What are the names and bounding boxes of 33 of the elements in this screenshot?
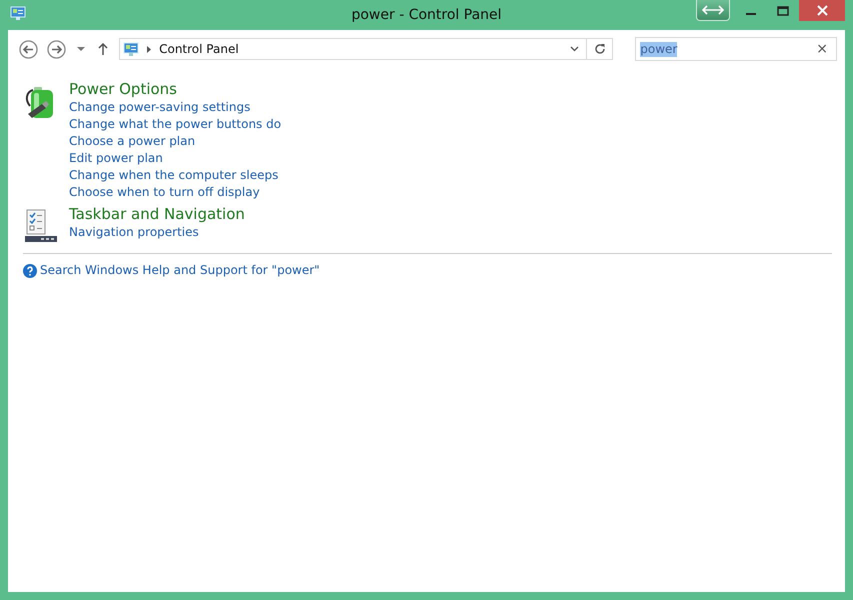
refresh-icon: [594, 43, 606, 55]
task-link[interactable]: Change when the computer sleeps: [69, 167, 282, 184]
task-link[interactable]: Edit power plan: [69, 150, 282, 167]
control-panel-icon: [122, 41, 140, 57]
back-icon: [19, 40, 38, 58]
close-icon: [816, 5, 828, 16]
window-title: power - Control Panel: [351, 7, 502, 23]
help-icon: [23, 264, 37, 278]
control-panel-icon: [10, 5, 26, 21]
forward-icon: [47, 40, 66, 58]
forward-button[interactable]: [46, 38, 68, 60]
task-link[interactable]: Choose when to turn off display: [69, 184, 282, 201]
task-link[interactable]: Navigation properties: [69, 224, 245, 241]
back-button[interactable]: [18, 38, 40, 60]
address-bar[interactable]: Control Panel: [119, 38, 614, 60]
category-title-link[interactable]: Power Options: [69, 80, 282, 99]
task-link[interactable]: Change power-saving settings: [69, 99, 282, 116]
task-link[interactable]: Change what the power buttons do: [69, 116, 282, 133]
chevron-icon: [147, 46, 152, 52]
maximize-icon: [777, 6, 789, 16]
breadcrumb[interactable]: Control Panel: [159, 42, 239, 56]
task-link[interactable]: Choose a power plan: [69, 133, 282, 150]
up-arrow-icon: [98, 43, 108, 55]
taskbar-checklist-icon: [23, 209, 59, 245]
clear-search-button[interactable]: ×: [816, 41, 828, 57]
dropdown-chevron-icon: [570, 46, 580, 52]
minimize-icon: [746, 13, 756, 15]
category-title-link[interactable]: Taskbar and Navigation: [69, 205, 245, 224]
resize-button[interactable]: [696, 0, 730, 21]
help-search-link[interactable]: Search Windows Help and Support for "power": [40, 262, 320, 279]
close-button[interactable]: [799, 0, 845, 21]
caret-icon: [77, 46, 86, 52]
double-arrow-icon: [702, 5, 724, 15]
